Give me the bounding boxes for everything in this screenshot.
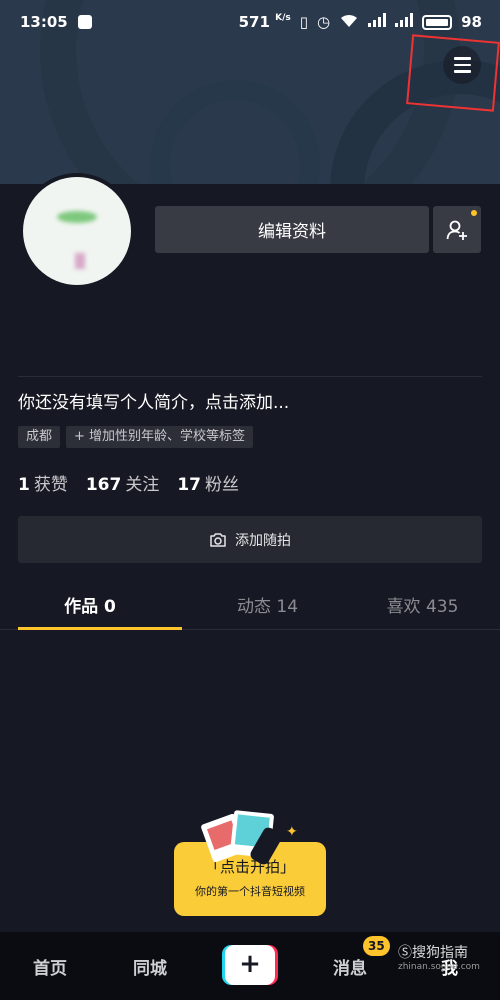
add-random-shot-label: 添加随拍: [235, 532, 291, 549]
edit-profile-button[interactable]: 编辑资料: [155, 206, 429, 253]
add-friend-icon: [446, 220, 467, 240]
add-tag-button[interactable]: + 增加性别年龄、学校等标签: [66, 426, 254, 448]
tab-dynamics[interactable]: 动态 14: [190, 586, 345, 629]
divider: [18, 376, 482, 377]
alarm-icon: ◷: [317, 13, 331, 31]
tab-likes[interactable]: 喜欢 435: [345, 586, 500, 629]
tab-works[interactable]: 作品 0: [0, 586, 190, 630]
notification-app-icon: [77, 15, 92, 29]
likes-stat[interactable]: 1 获赞: [18, 470, 68, 495]
sparkle-icon: ✦: [286, 824, 298, 840]
nav-messages[interactable]: 消息: [333, 954, 367, 979]
avatar[interactable]: [19, 173, 135, 289]
notification-dot: [471, 210, 477, 216]
plus-icon: +: [225, 945, 275, 985]
bio-text[interactable]: 你还没有填写个人简介，点击添加...: [18, 388, 289, 413]
battery-level: 98: [461, 13, 482, 31]
location-tag[interactable]: 成都: [18, 426, 61, 448]
add-friend-button[interactable]: [433, 206, 481, 253]
wifi-icon: [339, 13, 359, 32]
create-video-button[interactable]: +: [222, 945, 278, 985]
signal-icon-2: [395, 13, 414, 31]
messages-badge: 35: [363, 936, 390, 956]
watermark: Ⓢ搜狗指南 zhinan.sogou.com: [398, 945, 480, 972]
battery-icon: [422, 14, 453, 30]
vibrate-icon: ▯: [299, 13, 309, 31]
start-shooting-title: 「点击开拍」: [204, 858, 295, 876]
signal-icon: [368, 13, 387, 31]
add-random-shot-button[interactable]: 添加随拍: [18, 516, 482, 563]
annotation-highlight: [406, 34, 500, 112]
profile-stats: 1 获赞 167 关注 17 粉丝: [18, 470, 239, 495]
status-time: 13:05: [20, 13, 68, 31]
start-shooting-subtitle: 你的第一个抖音短视频: [195, 885, 305, 898]
nav-city[interactable]: 同城: [133, 954, 167, 979]
following-stat[interactable]: 167 关注: [86, 470, 160, 495]
profile-tags: 成都 + 增加性别年龄、学校等标签: [18, 426, 254, 448]
profile-tabs: 作品 0 动态 14 喜欢 435: [0, 586, 500, 630]
network-speed: 571 K/s: [238, 13, 291, 31]
camera-icon: [210, 532, 226, 547]
followers-stat[interactable]: 17 粉丝: [177, 470, 239, 495]
nav-home[interactable]: 首页: [33, 954, 67, 979]
